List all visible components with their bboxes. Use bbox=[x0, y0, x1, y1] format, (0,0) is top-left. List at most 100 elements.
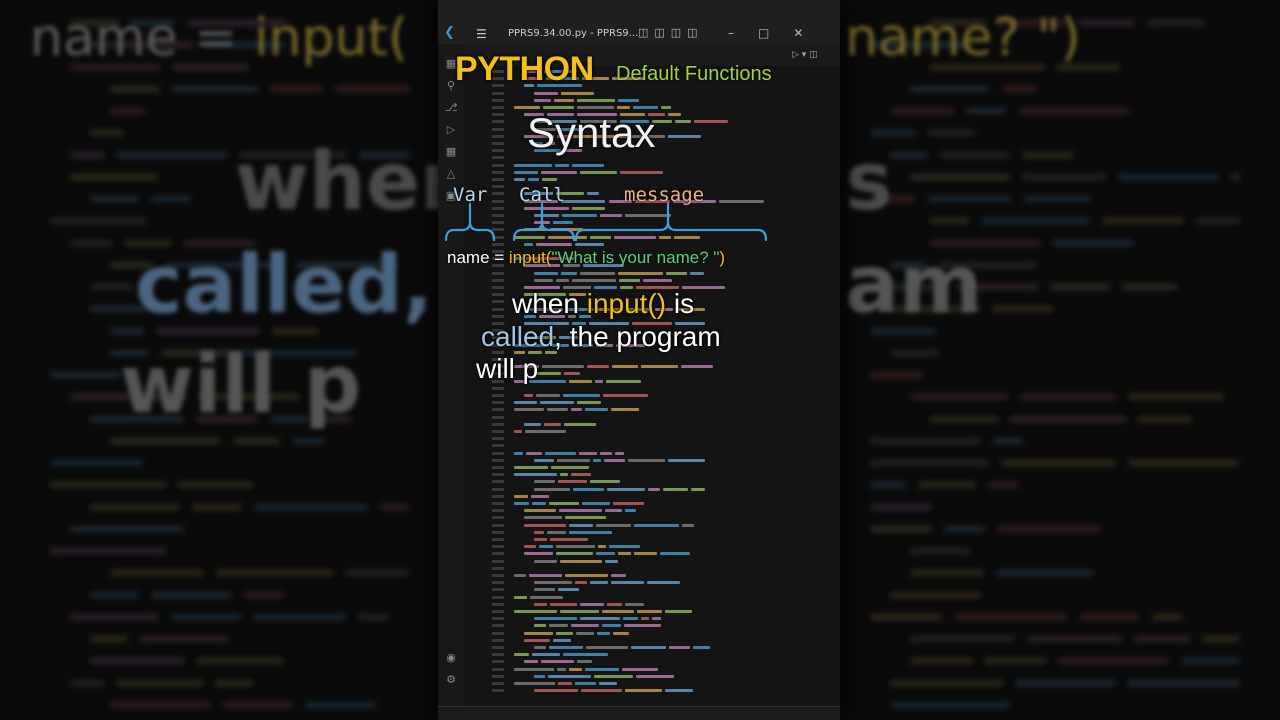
line-number bbox=[492, 480, 504, 484]
code-token bbox=[524, 523, 567, 527]
run-debug-icon[interactable]: ▷ bbox=[445, 124, 457, 136]
line-number bbox=[492, 458, 504, 462]
window-title: PPRS9.34.00.py - PPRS9... bbox=[508, 28, 639, 39]
blurred-code-token bbox=[70, 152, 105, 158]
code-token bbox=[604, 559, 619, 563]
blurred-code-token bbox=[1022, 174, 1106, 180]
code-token bbox=[611, 365, 638, 369]
code-token bbox=[514, 430, 523, 433]
blurred-code-token bbox=[1020, 394, 1118, 400]
code-token bbox=[614, 451, 624, 455]
run-icon[interactable]: ▷ ▾ ◫ bbox=[792, 50, 818, 60]
code-token bbox=[558, 480, 588, 484]
code-token bbox=[594, 379, 603, 383]
code-token bbox=[659, 552, 691, 556]
blurred-code-token bbox=[1009, 416, 1126, 422]
code-token bbox=[576, 660, 592, 664]
blurred-code-token bbox=[910, 570, 984, 576]
line-number bbox=[492, 394, 504, 397]
blurred-code-token bbox=[139, 636, 229, 642]
code-token bbox=[604, 458, 625, 462]
testing-icon[interactable]: △ bbox=[445, 168, 457, 180]
blurred-code-token bbox=[253, 614, 347, 620]
window-controls[interactable]: –□✕ bbox=[728, 26, 827, 40]
blurred-code-token bbox=[344, 570, 410, 576]
code-token bbox=[575, 581, 587, 585]
code-token bbox=[542, 365, 585, 369]
blurred-code-token bbox=[870, 460, 990, 466]
code-token bbox=[667, 113, 681, 117]
code-token bbox=[524, 631, 553, 635]
code-token bbox=[545, 451, 577, 455]
account-icon[interactable]: ◉ bbox=[445, 652, 457, 664]
blurred-code-token bbox=[870, 526, 933, 532]
code-token bbox=[580, 689, 623, 693]
syntax-braces bbox=[444, 202, 768, 242]
code-token bbox=[579, 451, 597, 455]
blurred-code-token bbox=[870, 482, 907, 488]
code-token bbox=[564, 422, 597, 426]
blurred-code-token bbox=[116, 680, 204, 686]
code-token bbox=[559, 509, 602, 513]
code-token bbox=[613, 631, 630, 635]
code-token bbox=[584, 667, 620, 671]
blurred-code-token bbox=[90, 658, 185, 664]
code-token bbox=[665, 689, 693, 693]
blurred-code-token bbox=[1014, 680, 1115, 686]
code-token bbox=[539, 401, 574, 405]
source-control-icon[interactable]: ⎇ bbox=[445, 102, 458, 114]
blurred-code-token bbox=[1180, 658, 1240, 664]
line-number bbox=[492, 566, 504, 570]
code-token bbox=[534, 602, 548, 606]
code-token bbox=[625, 509, 636, 513]
blurred-code-token bbox=[116, 152, 227, 158]
maximize-icon[interactable]: □ bbox=[758, 26, 793, 40]
vscode-logo-icon: ❮ bbox=[444, 25, 455, 40]
blurred-code-token bbox=[1024, 196, 1092, 202]
explanation-line-2: called, the program bbox=[481, 321, 721, 352]
code-token bbox=[553, 638, 572, 642]
line-number bbox=[492, 127, 504, 131]
code-token bbox=[514, 451, 523, 455]
code-token bbox=[665, 271, 688, 275]
line-number bbox=[492, 451, 504, 455]
blurred-code-token bbox=[890, 702, 1010, 708]
code-token bbox=[558, 588, 579, 592]
blurred-code-token bbox=[1122, 284, 1177, 290]
python-title: PYTHON bbox=[455, 50, 594, 88]
code-token bbox=[596, 631, 611, 635]
code-token bbox=[549, 538, 589, 541]
code-token bbox=[589, 581, 609, 585]
blurred-code-token bbox=[304, 702, 377, 708]
code-token bbox=[664, 610, 692, 613]
blurred-code-token bbox=[222, 702, 293, 708]
blurred-code-token bbox=[1018, 108, 1129, 114]
line-number bbox=[492, 278, 504, 282]
code-token bbox=[534, 271, 558, 275]
code-token bbox=[560, 610, 600, 613]
code-token bbox=[593, 674, 633, 678]
hamburger-icon[interactable]: ☰ bbox=[476, 28, 487, 40]
code-token bbox=[577, 98, 615, 102]
code-token bbox=[693, 646, 710, 649]
minimize-icon[interactable]: – bbox=[728, 26, 758, 40]
code-token bbox=[556, 458, 590, 462]
gear-icon[interactable]: ⚙ bbox=[445, 674, 457, 686]
layout-icons[interactable]: ◫◫◫◫ bbox=[638, 26, 704, 39]
line-number bbox=[492, 192, 504, 196]
extensions-icon[interactable]: ▦ bbox=[445, 146, 457, 158]
close-icon[interactable]: ✕ bbox=[793, 26, 827, 40]
code-token bbox=[681, 365, 713, 369]
code-token bbox=[667, 458, 705, 462]
blurred-code-token bbox=[1052, 240, 1134, 246]
code-token bbox=[572, 163, 604, 167]
code-token bbox=[562, 394, 601, 397]
code-token bbox=[534, 91, 558, 95]
blurred-code-token bbox=[910, 658, 974, 664]
code-token bbox=[542, 178, 558, 181]
code-token bbox=[640, 617, 650, 621]
code-token bbox=[524, 516, 562, 520]
code-token bbox=[514, 682, 556, 685]
code-token bbox=[514, 653, 530, 657]
line-number bbox=[492, 660, 504, 664]
